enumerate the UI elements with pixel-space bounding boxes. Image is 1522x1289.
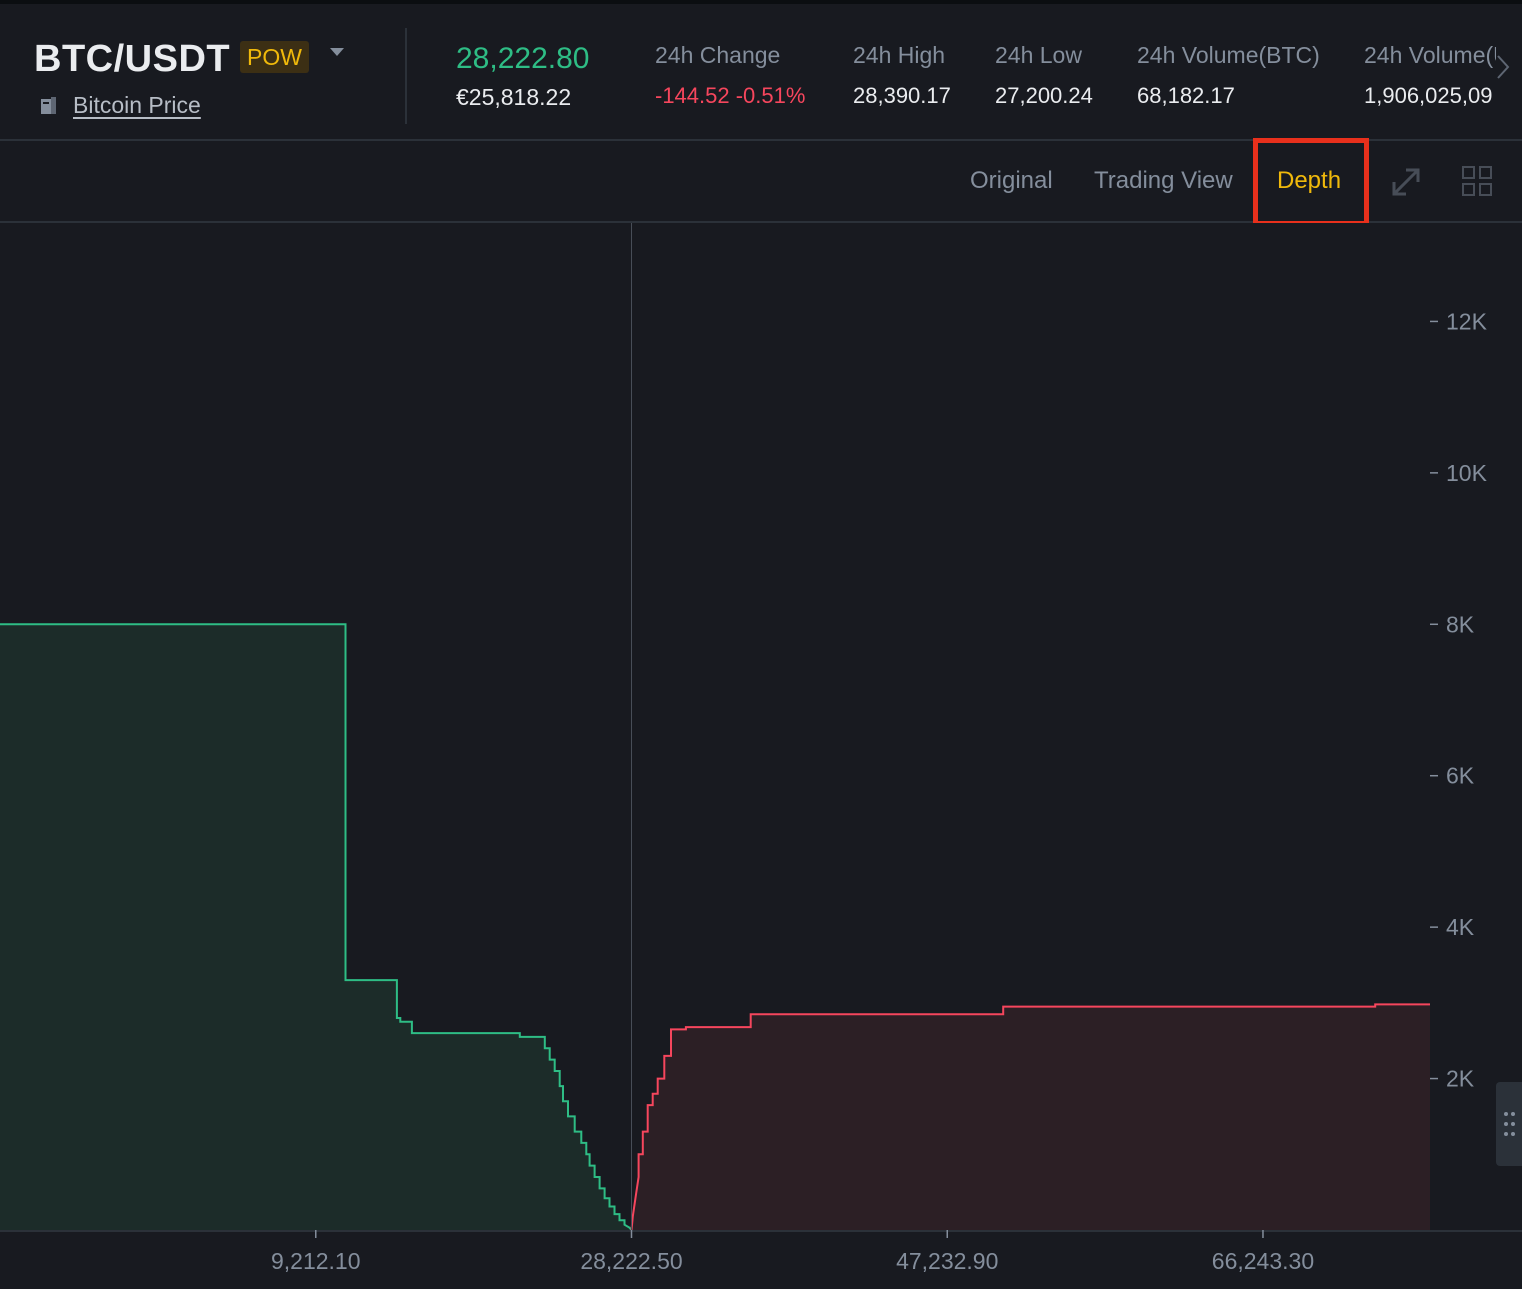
x-tick-label: 9,212.10 xyxy=(271,1248,361,1274)
stat-value: 68,182.17 xyxy=(1137,83,1235,108)
x-tick-label: 47,232.90 xyxy=(896,1248,998,1274)
expand-icon[interactable] xyxy=(1390,166,1422,198)
stat-label: 24h Change xyxy=(655,42,781,68)
stat-24h-change: 24h Change -144.52 -0.51% xyxy=(655,42,805,109)
market-header: BTC/USDT POW Bitcoin Price 28,222.80 €25… xyxy=(0,4,1522,141)
stat-24h-high: 24h High 28,390.17 xyxy=(853,42,951,109)
stat-24h-volume-btc: 24h Volume(BTC) 68,182.17 xyxy=(1137,42,1320,109)
y-tick-label: 2K xyxy=(1446,1066,1475,1092)
layout-grid-icon[interactable] xyxy=(1462,166,1492,196)
stat-24h-volume-usdt: 24h Volume(USDT) 1,906,025,09 xyxy=(1364,42,1496,109)
caret-down-icon[interactable] xyxy=(330,48,344,56)
y-tick-label: 6K xyxy=(1446,763,1475,789)
bid-depth-area xyxy=(0,624,632,1230)
y-tick-label: 4K xyxy=(1446,914,1475,940)
stat-label: 24h Low xyxy=(995,42,1082,68)
drag-handle[interactable] xyxy=(1496,1082,1522,1166)
tab-trading-view[interactable]: Trading View xyxy=(1094,167,1233,195)
drag-dots-icon xyxy=(1504,1112,1515,1136)
stat-24h-low: 24h Low 27,200.24 xyxy=(995,42,1093,109)
chart-toolbar: Original Trading View Depth xyxy=(0,141,1522,223)
y-tick-label: 12K xyxy=(1446,308,1488,334)
stat-value: -144.52 -0.51% xyxy=(655,83,806,108)
y-tick-label: 10K xyxy=(1446,460,1488,486)
stat-value: 1,906,025,09 xyxy=(1364,83,1493,108)
tab-depth[interactable]: Depth xyxy=(1277,167,1341,195)
tab-original[interactable]: Original xyxy=(970,167,1053,195)
last-price-eur: €25,818.22 xyxy=(456,84,572,110)
ask-depth-area xyxy=(631,1004,1430,1230)
bitcoin-price-link[interactable]: Bitcoin Price xyxy=(73,92,201,119)
depth-chart[interactable]: 12K 10K 8K 6K 4K 2K 9,212.10 28,222.50 47,232.90… xyxy=(0,223,1522,1284)
header-divider xyxy=(405,28,407,124)
x-tick-label: 66,243.30 xyxy=(1212,1248,1314,1274)
y-tick-label: 8K xyxy=(1446,611,1475,637)
last-price: 28,222.80 xyxy=(456,42,590,75)
stat-value: 27,200.24 xyxy=(995,83,1093,108)
stat-value: 28,390.17 xyxy=(853,83,951,108)
stat-label: 24h Volume(USDT) xyxy=(1364,42,1496,68)
chevron-right-icon[interactable] xyxy=(1496,54,1510,80)
depth-chart-svg[interactable]: 12K 10K 8K 6K 4K 2K 9,212.10 28,222.50 47,232.90… xyxy=(0,223,1522,1284)
pow-tag-badge[interactable]: POW xyxy=(240,41,309,73)
x-tick-label: 28,222.50 xyxy=(580,1248,682,1274)
stat-label: 24h Volume(BTC) xyxy=(1137,42,1320,68)
book-icon xyxy=(41,97,56,114)
stat-label: 24h High xyxy=(853,42,946,68)
trading-pair-title[interactable]: BTC/USDT xyxy=(34,38,230,81)
